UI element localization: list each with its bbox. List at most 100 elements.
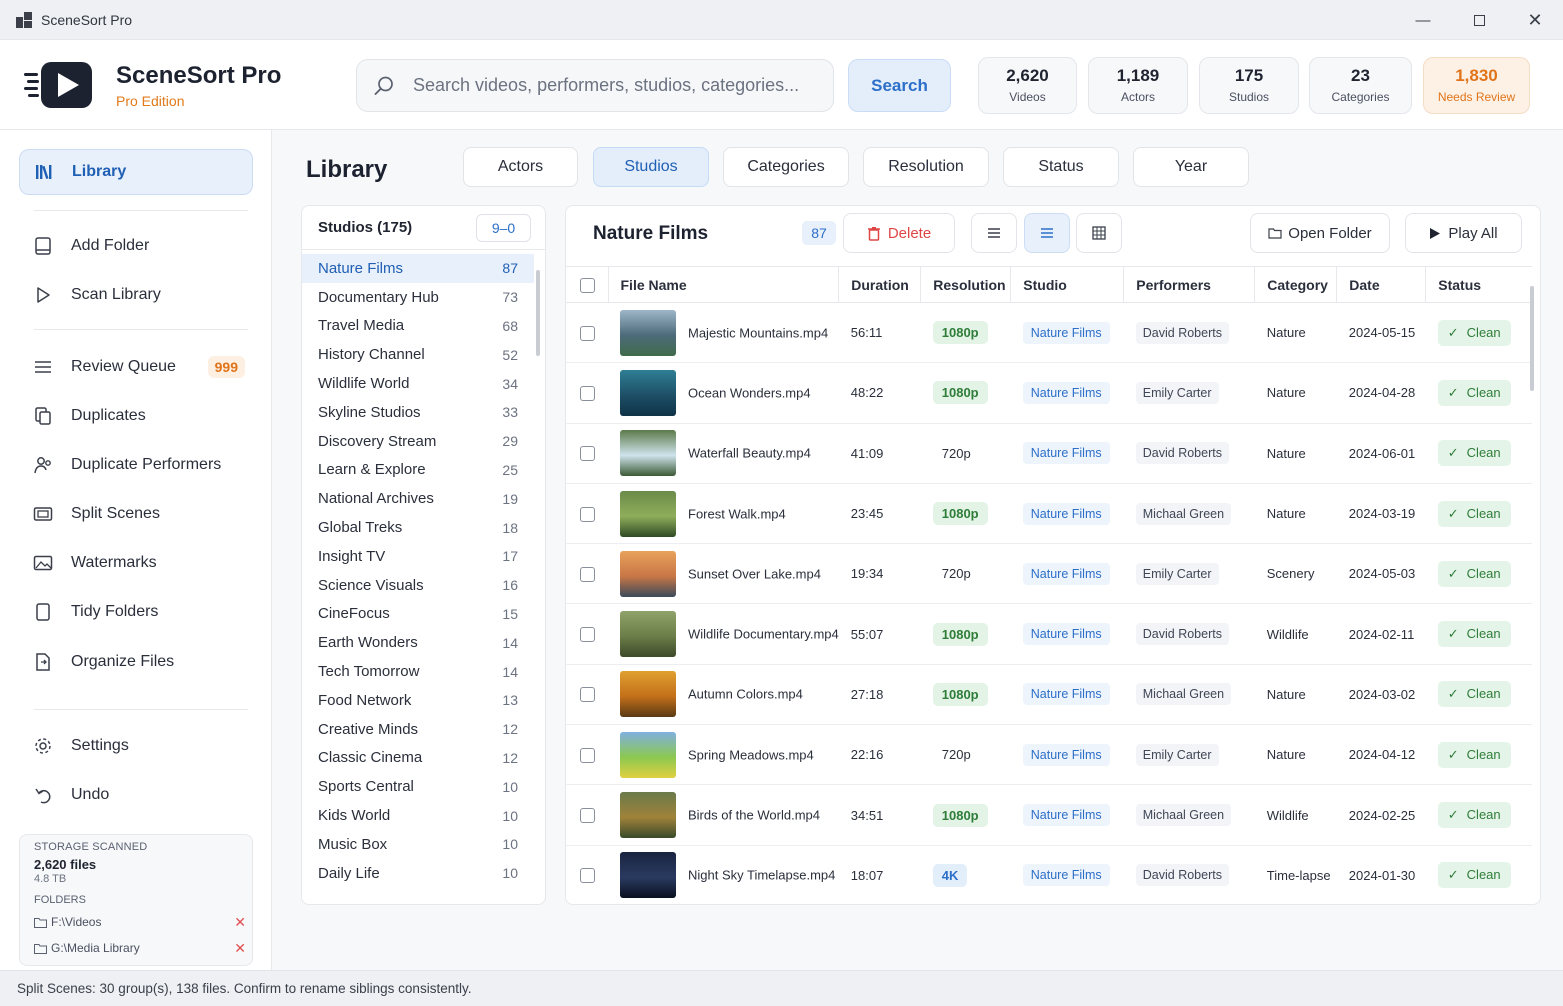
studio-list-item[interactable]: Nature Films 87 <box>302 254 534 283</box>
remove-folder-icon[interactable]: ✕ <box>234 940 246 957</box>
column-header-studio[interactable]: Studio <box>1010 266 1125 303</box>
performer-chip[interactable]: David Roberts <box>1135 321 1229 344</box>
video-thumbnail[interactable] <box>620 852 676 899</box>
column-header-status[interactable]: Status <box>1425 266 1532 303</box>
sidebar-item-scan-library[interactable]: Scan Library <box>19 272 253 318</box>
performer-chip[interactable]: David Roberts <box>1135 864 1229 887</box>
sidebar-item-review-queue[interactable]: Review Queue 999 <box>19 344 253 390</box>
studio-list-item[interactable]: Discovery Stream 29 <box>302 427 534 456</box>
stat-actors[interactable]: 1,189 Actors <box>1088 57 1188 114</box>
grid-view-button[interactable] <box>1076 213 1122 253</box>
studio-list-item[interactable]: Music Box 10 <box>302 830 534 859</box>
studio-chip[interactable]: Nature Films <box>1022 562 1110 585</box>
performer-chip[interactable]: Emily Carter <box>1135 562 1219 585</box>
stat-categories[interactable]: 23 Categories <box>1309 57 1412 114</box>
tab-status[interactable]: Status <box>1003 147 1119 187</box>
column-header-file-name[interactable]: File Name <box>608 266 840 303</box>
row-checkbox[interactable] <box>580 566 595 582</box>
performer-chip[interactable]: Emily Carter <box>1135 381 1219 404</box>
tab-studios[interactable]: Studios <box>593 147 709 187</box>
studio-chip[interactable]: Nature Films <box>1022 381 1110 404</box>
performer-chip[interactable]: Michaal Green <box>1135 683 1232 706</box>
search-input[interactable] <box>413 75 813 96</box>
row-checkbox[interactable] <box>580 868 595 884</box>
row-checkbox[interactable] <box>580 325 595 341</box>
sidebar-item-library[interactable]: Library <box>19 149 253 195</box>
studio-list-item[interactable]: National Archives 19 <box>302 484 534 513</box>
open-folder-button[interactable]: Open Folder <box>1250 213 1390 253</box>
column-header-date[interactable]: Date <box>1336 266 1427 303</box>
table-row[interactable]: Wildlife Documentary.mp4 55:07 1080p Nature… <box>566 603 1532 665</box>
column-header-performers[interactable]: Performers <box>1123 266 1256 303</box>
table-row[interactable]: Night Sky Timelapse.mp4 18:07 4K Nature Fil… <box>566 845 1532 904</box>
performer-chip[interactable]: David Roberts <box>1135 623 1229 646</box>
tab-actors[interactable]: Actors <box>463 147 578 187</box>
studio-list-item[interactable]: Insight TV 17 <box>302 542 534 571</box>
studio-list-item[interactable]: Earth Wonders 14 <box>302 628 534 657</box>
table-row[interactable]: Waterfall Beauty.mp4 41:09 720p Nature Film… <box>566 423 1532 484</box>
studio-list-item[interactable]: Food Network 13 <box>302 686 534 715</box>
table-row[interactable]: Forest Walk.mp4 23:45 1080p Nature Films Mic… <box>566 483 1532 545</box>
stat-needs-review[interactable]: 1,830 Needs Review <box>1423 57 1530 114</box>
video-thumbnail[interactable] <box>620 309 676 356</box>
performer-chip[interactable]: Michaal Green <box>1135 502 1232 525</box>
column-header-resolution[interactable]: Resolution <box>920 266 1012 303</box>
sidebar-item-organize-files[interactable]: Organize Files <box>19 639 253 685</box>
studio-list-item[interactable]: Skyline Studios 33 <box>302 398 534 427</box>
studio-chip[interactable]: Nature Films <box>1022 743 1110 766</box>
sidebar-item-duplicate-performers[interactable]: Duplicate Performers <box>19 442 253 488</box>
studio-list-item[interactable]: Classic Cinema 12 <box>302 744 534 773</box>
list-view-button[interactable] <box>1024 213 1070 253</box>
compact-list-view-button[interactable] <box>971 213 1017 253</box>
sidebar-item-watermarks[interactable]: Watermarks <box>19 540 253 586</box>
row-checkbox[interactable] <box>580 747 595 763</box>
delete-button[interactable]: Delete <box>843 213 955 253</box>
select-all-checkbox[interactable] <box>580 277 595 293</box>
studio-list-item[interactable]: Daily Life 10 <box>302 859 534 888</box>
minimize-button[interactable]: — <box>1395 0 1451 40</box>
studio-list-item[interactable]: Creative Minds 12 <box>302 715 534 744</box>
performer-chip[interactable]: David Roberts <box>1135 442 1229 465</box>
table-row[interactable]: Spring Meadows.mp4 22:16 720p Nature Films E… <box>566 724 1532 786</box>
studio-list-scrollbar[interactable] <box>536 270 540 356</box>
studio-list-item[interactable]: Documentary Hub 73 <box>302 283 534 312</box>
row-checkbox[interactable] <box>580 506 595 522</box>
video-thumbnail[interactable] <box>620 430 676 477</box>
studio-chip[interactable]: Nature Films <box>1022 804 1110 827</box>
studio-list-item[interactable]: Travel Media 68 <box>302 312 534 341</box>
row-checkbox[interactable] <box>580 446 595 462</box>
studio-chip[interactable]: Nature Films <box>1022 623 1110 646</box>
studio-chip[interactable]: Nature Films <box>1022 321 1110 344</box>
performer-chip[interactable]: Emily Carter <box>1135 743 1219 766</box>
studio-chip[interactable]: Nature Films <box>1022 502 1110 525</box>
table-row[interactable]: Birds of the World.mp4 34:51 1080p Nature F… <box>566 784 1532 846</box>
table-row[interactable]: Sunset Over Lake.mp4 19:34 720p Nature Film… <box>566 543 1532 605</box>
close-window-button[interactable]: ✕ <box>1507 0 1563 40</box>
studio-chip[interactable]: Nature Films <box>1022 683 1110 706</box>
tab-resolution[interactable]: Resolution <box>863 147 989 187</box>
sort-button[interactable]: 9–0 <box>476 214 531 242</box>
video-thumbnail[interactable] <box>620 550 676 597</box>
search-button[interactable]: Search <box>848 59 951 112</box>
table-row[interactable]: Autumn Colors.mp4 27:18 1080p Nature Films M… <box>566 664 1532 726</box>
sidebar-item-split-scenes[interactable]: Split Scenes <box>19 491 253 537</box>
tab-categories[interactable]: Categories <box>723 147 849 187</box>
studio-list-item[interactable]: Kids World 10 <box>302 801 534 830</box>
row-checkbox[interactable] <box>580 687 595 703</box>
play-all-button[interactable]: Play All <box>1405 213 1522 253</box>
sidebar-item-undo[interactable]: Undo <box>19 772 253 818</box>
video-thumbnail[interactable] <box>620 611 676 658</box>
studio-list-item[interactable]: Tech Tomorrow 14 <box>302 657 534 686</box>
video-thumbnail[interactable] <box>620 731 676 778</box>
maximize-button[interactable] <box>1451 0 1507 40</box>
video-thumbnail[interactable] <box>620 671 676 718</box>
video-thumbnail[interactable] <box>620 490 676 537</box>
video-thumbnail[interactable] <box>620 792 676 839</box>
studio-list-item[interactable]: Wildlife World 34 <box>302 369 534 398</box>
remove-folder-icon[interactable]: ✕ <box>234 914 246 931</box>
search-box[interactable] <box>356 59 834 112</box>
stat-studios[interactable]: 175 Studios <box>1199 57 1299 114</box>
studio-list-item[interactable]: CineFocus 15 <box>302 600 534 629</box>
studio-list-item[interactable]: Sports Central 10 <box>302 772 534 801</box>
stat-videos[interactable]: 2,620 Videos <box>978 57 1077 114</box>
